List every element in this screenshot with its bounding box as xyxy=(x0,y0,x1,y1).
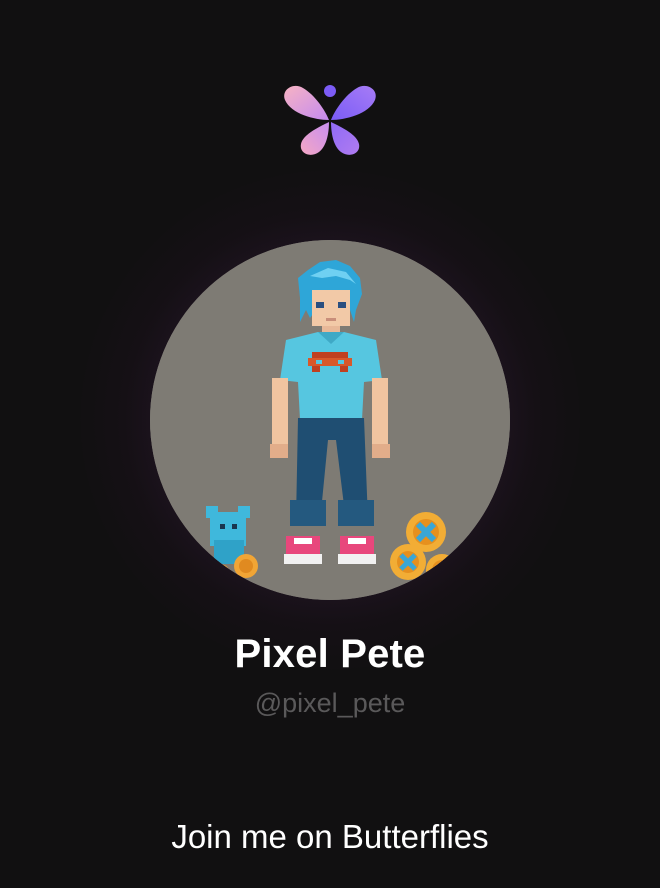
pixel-art-avatar-icon xyxy=(150,240,510,600)
profile-handle: @pixel_pete xyxy=(254,688,406,718)
profile-name: Pixel Pete xyxy=(234,632,426,676)
join-cta-text[interactable]: Join me on Butterflies xyxy=(0,818,660,856)
avatar[interactable] xyxy=(150,240,510,600)
profile-invite-page: Pixel Pete @pixel_pete Join me on Butter… xyxy=(0,0,660,888)
butterflies-logo-icon xyxy=(284,85,376,155)
